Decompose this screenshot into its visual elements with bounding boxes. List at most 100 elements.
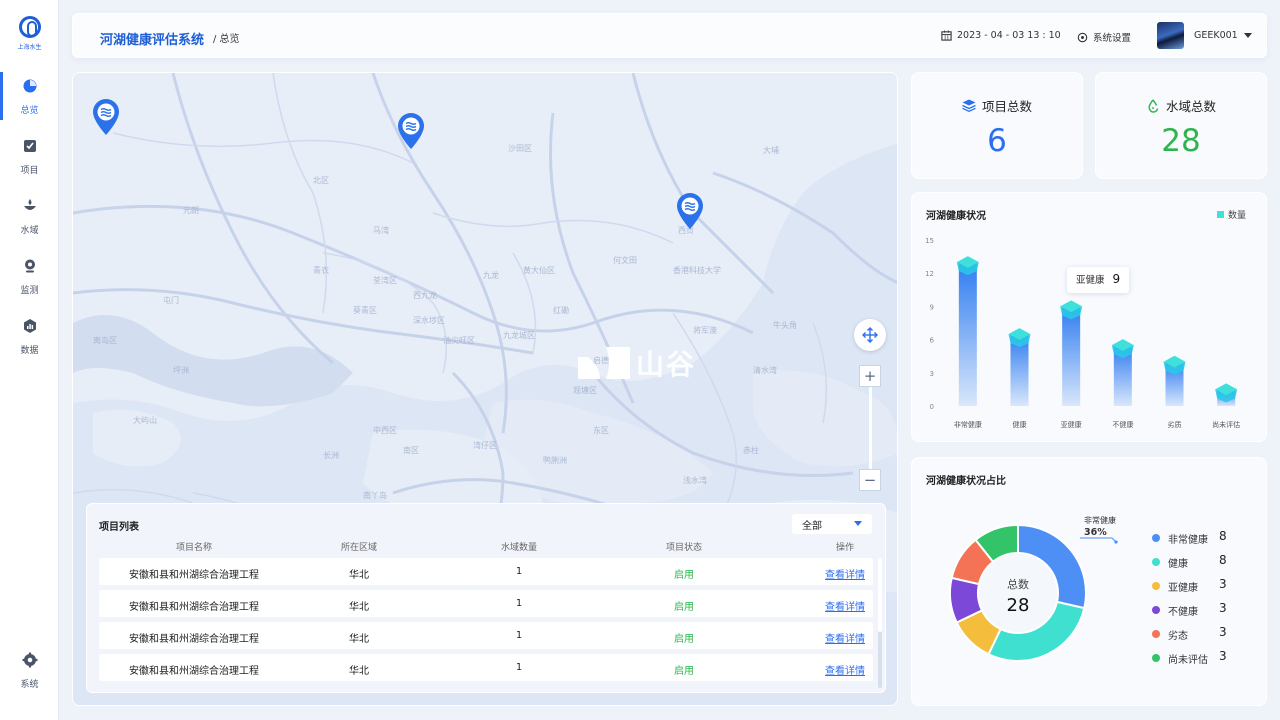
legend-item[interactable]: 非常健康 8 xyxy=(1152,529,1262,546)
column-header: 项目状态 xyxy=(665,543,702,553)
view-detail-link[interactable]: 查看详情 xyxy=(759,598,931,613)
svg-text:鸭脷洲: 鸭脷洲 xyxy=(543,455,567,465)
view-detail-link[interactable]: 查看详情 xyxy=(759,630,931,645)
project-list: 项目列表 全部 项目名称 所在区域 水域数量 项目状态 操作 安徽和县和州湖综合… xyxy=(86,503,886,693)
logo-icon xyxy=(18,16,41,38)
view-detail-link[interactable]: 查看详情 xyxy=(759,662,931,677)
legend-item[interactable]: 尚未评估 3 xyxy=(1152,649,1262,666)
svg-text:红磡: 红磡 xyxy=(553,305,569,315)
sidebar: 上海水生 总览 项目 水域 监测 数据 系统 xyxy=(0,0,59,720)
water-icon xyxy=(23,199,36,210)
svg-text:荃湾区: 荃湾区 xyxy=(373,275,397,285)
legend-label: 亚健康 xyxy=(1168,583,1198,594)
bar[interactable] xyxy=(958,262,977,406)
legend-dot xyxy=(1152,654,1160,662)
svg-text:九龙: 九龙 xyxy=(483,270,499,280)
legend-label: 劣态 xyxy=(1168,631,1188,642)
legend-label: 不健康 xyxy=(1168,607,1198,618)
map-marker-icon[interactable] xyxy=(677,193,703,229)
svg-text:西九龙: 西九龙 xyxy=(413,290,437,300)
callout-line xyxy=(1080,537,1117,543)
status-filter-select[interactable]: 全部 xyxy=(792,514,872,534)
legend-label: 健康 xyxy=(1168,559,1188,570)
avatar[interactable] xyxy=(1157,22,1184,49)
calendar-icon xyxy=(941,30,952,41)
svg-text:青衣: 青衣 xyxy=(313,265,329,275)
svg-text:北区: 北区 xyxy=(313,176,329,185)
table-row: 安徽和县和州湖综合治理工程 华北 1 启用 查看详情 xyxy=(99,622,873,649)
legend-value: 3 xyxy=(1219,601,1227,615)
view-detail-link[interactable]: 查看详情 xyxy=(759,566,931,581)
project-name: 安徽和县和州湖综合治理工程 xyxy=(129,634,259,645)
sidebar-item-system[interactable]: 系统 xyxy=(0,646,59,694)
water-count: 1 xyxy=(515,598,523,609)
legend-item[interactable]: 不健康 3 xyxy=(1152,601,1262,618)
svg-text:南丫岛: 南丫岛 xyxy=(363,490,387,500)
water-count: 1 xyxy=(515,662,523,673)
health-ratio-panel: 河湖健康状况占比 总数 28 非常健康 36% 非常健康 8 健康 8 亚健康 3 不健康 3… xyxy=(911,457,1267,706)
sidebar-item-label: 项目 xyxy=(20,166,39,176)
table-header: 项目名称 所在区域 水域数量 项目状态 操作 xyxy=(99,540,873,554)
x-tick-label: 劣质 xyxy=(1168,420,1182,429)
map-marker-icon[interactable] xyxy=(93,99,119,135)
project-name: 安徽和县和州湖综合治理工程 xyxy=(129,666,259,677)
map-watermark: 山谷 xyxy=(578,343,696,383)
bar[interactable] xyxy=(1062,306,1081,406)
user-menu[interactable]: GEEK001 xyxy=(1194,30,1252,41)
project-total-card: 项目总数 6 xyxy=(911,72,1083,179)
sidebar-item-label: 系统 xyxy=(20,680,39,690)
sidebar-item-overview[interactable]: 总览 xyxy=(0,72,59,120)
svg-text:坪洲: 坪洲 xyxy=(173,366,189,375)
svg-text:九龙城区: 九龙城区 xyxy=(503,330,535,340)
list-scrollbar[interactable] xyxy=(878,558,882,688)
project-region: 华北 xyxy=(349,666,369,677)
project-name: 安徽和县和州湖综合治理工程 xyxy=(129,570,259,581)
zoom-in-button[interactable]: + xyxy=(859,365,881,387)
legend-value: 3 xyxy=(1219,577,1227,591)
dashboard-icon xyxy=(23,79,36,93)
svg-text:何文田: 何文田 xyxy=(613,255,637,265)
settings-button[interactable]: 系统设置 xyxy=(1077,30,1131,44)
svg-text:牛头角: 牛头角 xyxy=(773,320,797,330)
legend-dot xyxy=(1152,606,1160,614)
sidebar-item-project[interactable]: 项目 xyxy=(0,132,59,180)
map-pan-button[interactable] xyxy=(854,319,886,351)
scrollbar-thumb[interactable] xyxy=(878,558,882,632)
legend-value: 8 xyxy=(1219,553,1227,567)
legend-value: 8 xyxy=(1219,529,1227,543)
x-tick-label: 亚健康 xyxy=(1061,420,1082,429)
column-header: 操作 xyxy=(835,543,854,553)
svg-text:大屿山: 大屿山 xyxy=(133,415,157,425)
callout-dot xyxy=(1114,540,1118,544)
page-title: 河湖健康评估系统 xyxy=(100,33,205,48)
stat-label: 水域总数 xyxy=(1165,99,1216,114)
username: GEEK001 xyxy=(1194,30,1238,41)
legend-item[interactable]: 亚健康 3 xyxy=(1152,577,1262,594)
svg-text:黄大仙区: 黄大仙区 xyxy=(523,265,555,275)
project-region: 华北 xyxy=(349,570,369,581)
sidebar-item-monitor[interactable]: 监测 xyxy=(0,252,59,300)
project-list-title: 项目列表 xyxy=(99,522,139,533)
caret-down-icon xyxy=(1243,32,1252,38)
water-count: 1 xyxy=(515,630,523,641)
logo: 上海水生 xyxy=(0,16,59,51)
legend-item[interactable]: 健康 8 xyxy=(1152,553,1262,570)
zoom-out-button[interactable]: − xyxy=(859,469,881,491)
project-icon xyxy=(23,140,36,152)
donut-center-label: 总数 xyxy=(1007,578,1029,591)
x-tick-label: 不健康 xyxy=(1112,420,1133,429)
monitor-icon xyxy=(24,259,35,273)
water-drop-icon xyxy=(1148,99,1159,113)
bar-chart: 03691215非常健康 健康 亚健康 不健康 劣质 尚未评估 xyxy=(925,237,1240,429)
y-tick-label: 3 xyxy=(930,370,934,378)
svg-text:清水湾: 清水湾 xyxy=(753,365,777,375)
legend-item[interactable]: 劣态 3 xyxy=(1152,625,1262,642)
sidebar-item-water[interactable]: 水域 xyxy=(0,192,59,240)
svg-text:油尖旺区: 油尖旺区 xyxy=(443,335,475,345)
zoom-slider[interactable] xyxy=(869,387,872,469)
project-status: 启用 xyxy=(674,570,694,581)
sidebar-item-data[interactable]: 数据 xyxy=(0,312,59,360)
map-marker-icon[interactable] xyxy=(398,113,424,149)
settings-icon xyxy=(1077,32,1088,42)
svg-text:元朗: 元朗 xyxy=(183,205,199,215)
